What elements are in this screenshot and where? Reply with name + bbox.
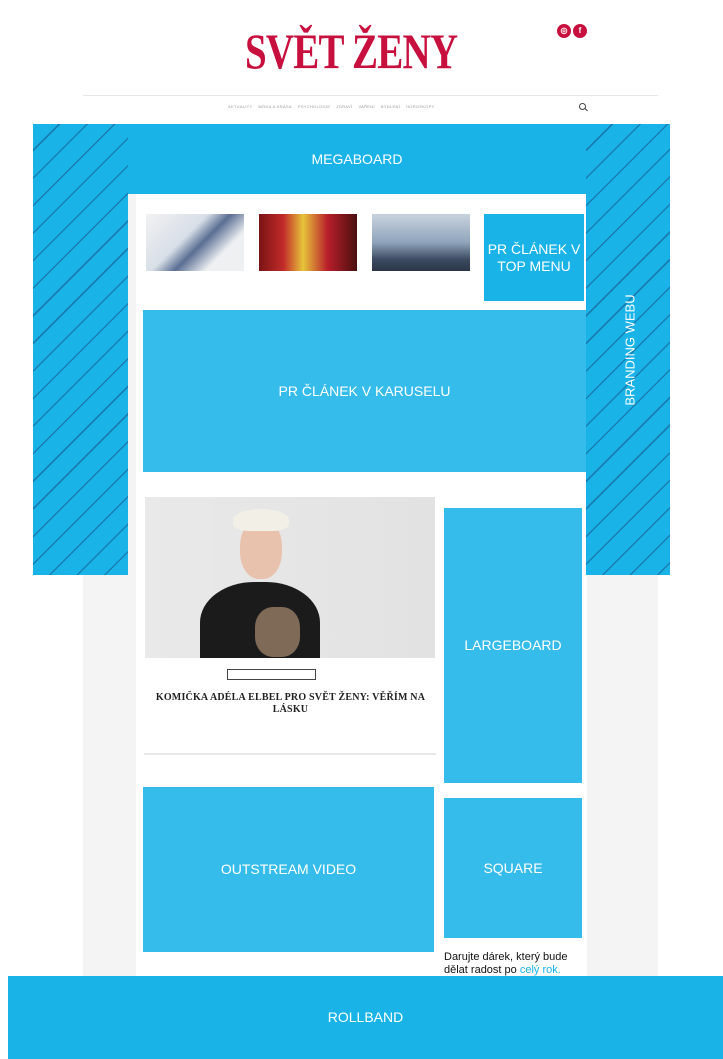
branding-left-panel[interactable] — [33, 124, 128, 575]
rollband-ad[interactable]: ROLLBAND — [8, 976, 723, 1059]
main-article-photo[interactable] — [145, 497, 435, 658]
main-article-headline[interactable]: KOMIČKA ADÉLA ELBEL PRO SVĚT ŽENY: VĚŘÍM… — [146, 692, 435, 716]
outstream-video-ad[interactable]: OUTSTREAM VIDEO — [143, 787, 434, 952]
site-logo[interactable]: SVĚT ŽENY — [245, 22, 458, 82]
ad-label: PR ČLÁNEK V TOP MENU — [487, 240, 581, 274]
nav-item[interactable]: AKTUALITY — [228, 104, 252, 109]
ad-label: ROLLBAND — [327, 1009, 404, 1025]
section-divider — [144, 753, 436, 755]
pr-carousel-ad[interactable]: PR ČLÁNEK V KARUSELU — [143, 310, 586, 472]
article-thumbnail[interactable] — [372, 214, 470, 271]
nav-item[interactable]: VAŘENÍ — [358, 104, 374, 109]
header-divider — [83, 95, 658, 96]
nav-item[interactable]: BYDLENÍ — [381, 104, 400, 109]
facebook-icon[interactable]: f — [573, 24, 587, 38]
ad-label: MEGABOARD — [311, 150, 403, 167]
pr-top-menu-ad[interactable]: PR ČLÁNEK V TOP MENU — [484, 214, 584, 301]
nav-item[interactable]: ZDRAVÍ — [336, 104, 352, 109]
megaboard-ad[interactable]: MEGABOARD — [128, 124, 586, 194]
ad-label: PR ČLÁNEK V KARUSELU — [278, 382, 451, 399]
nav-item[interactable]: MÓDA A KRÁSA — [258, 104, 291, 109]
largeboard-ad[interactable]: LARGEBOARD — [444, 508, 582, 783]
instagram-icon[interactable]: ◎ — [557, 24, 571, 38]
article-thumbnail[interactable] — [146, 214, 244, 271]
main-navigation: AKTUALITY MÓDA A KRÁSA PSYCHOLOGIE ZDRAV… — [228, 104, 435, 109]
article-tag[interactable] — [227, 669, 316, 680]
article-thumbnail[interactable] — [259, 214, 357, 271]
nav-item[interactable]: HOROSKOPY — [406, 104, 434, 109]
ad-label: LARGEBOARD — [464, 637, 562, 653]
search-icon[interactable] — [579, 103, 586, 110]
ad-label: SQUARE — [483, 859, 543, 876]
nav-item[interactable]: PSYCHOLOGIE — [298, 104, 330, 109]
ad-label: OUTSTREAM VIDEO — [220, 861, 357, 877]
square-ad[interactable]: SQUARE — [444, 798, 582, 938]
